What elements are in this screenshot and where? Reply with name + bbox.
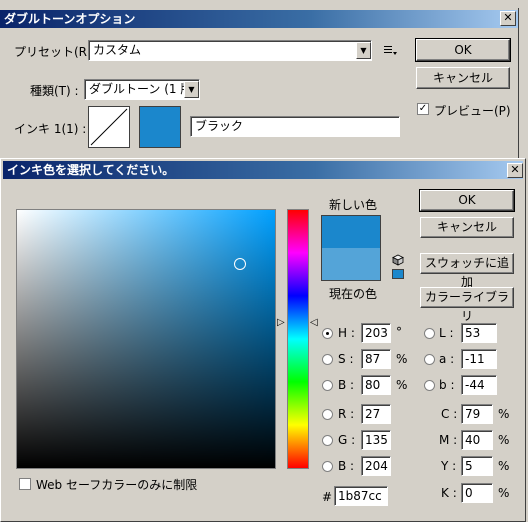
preset-select[interactable]: カスタム [88,40,372,61]
radio-lightness[interactable] [424,328,435,339]
cancel-label: キャンセル [432,71,493,85]
red-input[interactable]: 27 [361,404,391,424]
black-unit: % [498,486,510,500]
ink-label: インキ 1(1) : [14,122,87,136]
cube-glyph [392,254,404,266]
ink-color-swatch[interactable] [139,106,181,148]
magenta-input[interactable]: 40 [461,430,493,450]
preview-label: プレビュー(P) [434,104,511,118]
duotone-titlebar[interactable]: ダブルトーンオプション [0,10,518,28]
cyan-input[interactable]: 79 [461,404,493,424]
ok-label: OK [458,193,476,207]
brightness-unit: % [396,378,408,392]
current-color-label: 現在の色 [329,287,378,301]
add-to-swatches-button[interactable]: スウォッチに追加 [420,253,514,289]
hue-label: H : [338,326,355,340]
current-color-swatch[interactable] [321,248,381,281]
duotone-close-button[interactable]: ✕ [500,11,516,26]
hex-input[interactable]: 1b87cc [334,486,388,506]
color-field[interactable] [16,209,276,469]
ink-name-value: ブラック [195,119,244,133]
preview-checkbox[interactable]: ✓ [417,103,429,115]
saturation-label: S : [338,352,354,366]
green-input[interactable]: 135 [361,430,391,450]
curve-icon [90,108,128,146]
type-value: ダブルトーン (1 版) [89,82,198,96]
cyan-unit: % [498,407,510,421]
red-label: R : [338,407,355,421]
web-safe-checkbox[interactable] [19,478,31,490]
radio-red[interactable] [322,409,333,420]
a-channel-input[interactable]: -11 [461,349,497,369]
magenta-unit: % [498,433,510,447]
blue-label: B : [338,459,355,473]
close-icon: ✕ [503,11,513,24]
radio-a-channel[interactable] [424,354,435,365]
websafe-swatch[interactable] [392,269,404,279]
checkmark-icon: ✓ [418,103,428,114]
radio-b-channel[interactable] [424,380,435,391]
brightness-input[interactable]: 80 [361,375,391,395]
b-channel-input[interactable]: -44 [461,375,497,395]
type-select[interactable]: ダブルトーン (1 版) [84,79,200,100]
brightness-label: B : [338,378,355,392]
hue-slider[interactable] [287,209,309,469]
saturation-unit: % [396,352,408,366]
type-label: 種類(T) : [30,84,79,98]
preset-menu-icon[interactable] [384,44,398,56]
hex-label: # [322,490,333,504]
color-libraries-button[interactable]: カラーライブラリ [420,287,514,323]
close-icon: ✕ [510,163,520,176]
picker-titlebar[interactable]: インキ色を選択してください。 [3,161,523,179]
color-picker-dialog: インキ色を選択してください。 ✕ ▷ ◁ 新しい色 現在の色 OK キャンセル … [0,158,526,522]
hue-input[interactable]: 203 [361,323,391,343]
duotone-ok-button[interactable]: OK [415,38,511,62]
ink-name-field[interactable]: ブラック [190,116,400,137]
radio-hue[interactable] [322,328,333,339]
duotone-dialog: ダブルトーンオプション ✕ プリセット(R) : カスタム ▼ 種類(T) : … [0,8,519,158]
b-channel-label: b : [439,378,455,392]
color-libraries-label: カラーライブラリ [424,290,509,323]
hue-slider-arrow-right-icon[interactable]: ◁ [310,317,318,328]
picker-title: インキ色を選択してください。 [7,163,175,177]
radio-blue[interactable] [322,461,333,472]
yellow-label: Y : [441,459,457,473]
black-input[interactable]: 0 [461,483,493,503]
chevron-down-icon[interactable]: ▼ [356,42,371,59]
new-color-swatch [321,215,381,248]
black-label: K : [441,486,457,500]
yellow-unit: % [498,459,510,473]
blue-input[interactable]: 204 [361,456,391,476]
lightness-label: L : [439,326,454,340]
ink-curve-box[interactable] [88,106,130,148]
radio-green[interactable] [322,435,333,446]
a-channel-label: a : [439,352,455,366]
add-swatch-label: スウォッチに追加 [424,256,509,289]
lightness-input[interactable]: 53 [461,323,497,343]
duotone-title: ダブルトーンオプション [4,12,136,26]
picker-cancel-button[interactable]: キャンセル [420,217,514,238]
picker-close-button[interactable]: ✕ [507,163,523,178]
new-color-label: 新しい色 [329,198,378,212]
picker-ok-button[interactable]: OK [419,189,515,212]
duotone-cancel-button[interactable]: キャンセル [416,67,510,89]
radio-brightness[interactable] [322,380,333,391]
ok-label: OK [454,43,472,57]
cyan-label: C : [441,407,458,421]
web-safe-label: Web セーフカラーのみに制限 [36,478,198,492]
radio-saturation[interactable] [322,354,333,365]
hue-slider-arrow-left-icon[interactable]: ▷ [277,317,285,328]
preset-label: プリセット(R) : [14,45,100,59]
saturation-input[interactable]: 87 [361,349,391,369]
magenta-label: M : [439,433,458,447]
list-menu-icon [384,46,397,55]
cube-icon[interactable] [392,254,404,266]
preset-value: カスタム [93,43,142,57]
green-label: G : [338,433,356,447]
cancel-label: キャンセル [436,220,497,234]
color-field-marker[interactable] [234,258,246,270]
hue-unit: ° [396,325,402,339]
yellow-input[interactable]: 5 [461,456,493,476]
chevron-down-icon[interactable]: ▼ [184,81,199,98]
